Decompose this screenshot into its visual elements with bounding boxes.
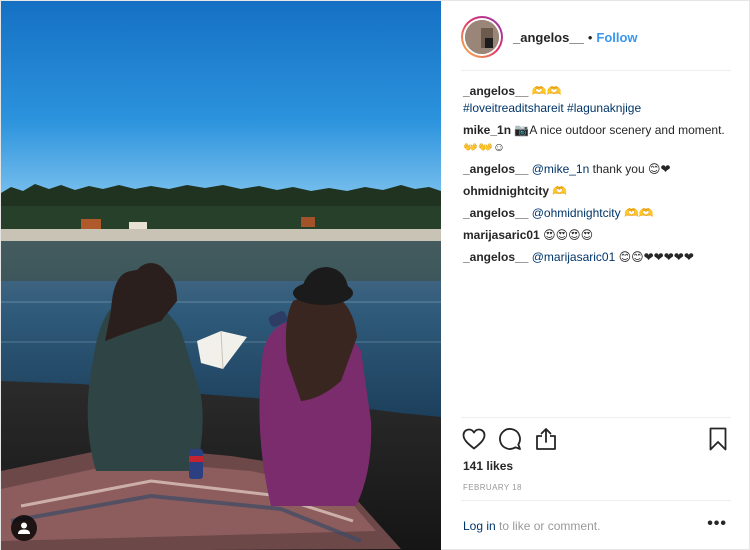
instagram-post: _angelos__ • Follow _angelos__ 🫶🫶 #lovei… — [0, 0, 750, 550]
comment-username[interactable]: ohmidnightcity — [463, 184, 549, 198]
login-prompt: Log in to like or comment. — [463, 519, 600, 533]
post-photo[interactable] — [1, 1, 441, 550]
comment-username[interactable]: marijasaric01 — [463, 228, 540, 242]
more-options-button[interactable]: ••• — [707, 515, 727, 533]
post-details-panel: _angelos__ • Follow _angelos__ 🫶🫶 #lovei… — [441, 1, 750, 550]
login-prompt-text: to like or comment. — [499, 519, 601, 533]
avatar-image — [465, 20, 499, 54]
header-dot: • — [587, 29, 593, 45]
footer-divider — [461, 500, 731, 501]
save-button[interactable] — [705, 426, 731, 452]
login-link[interactable]: Log in — [463, 519, 496, 533]
like-button[interactable] — [461, 426, 487, 452]
comment-icon — [499, 428, 521, 450]
actions-divider — [461, 417, 731, 418]
profile-avatar[interactable] — [461, 16, 503, 58]
user-icon — [18, 522, 30, 534]
comment-mention[interactable]: @mike_1n — [532, 162, 590, 176]
comment-item: _angelos__ @ohmidnightcity 🫶🫶 — [463, 205, 733, 222]
lake-scene-image — [1, 1, 441, 550]
heart-icon — [462, 428, 486, 450]
comment-item: ohmidnightcity 🫶 — [463, 183, 733, 200]
comment-text: 😍😍😍😍 — [543, 228, 594, 242]
header-username[interactable]: _angelos__ — [513, 30, 584, 45]
user-tag-button[interactable] — [11, 515, 37, 541]
comment-text: thank you 😊❤ — [592, 162, 671, 176]
comment-text: 🫶🫶 — [623, 206, 654, 220]
caption: _angelos__ 🫶🫶 #loveitreaditshareit #lagu… — [463, 83, 733, 117]
header-divider — [461, 70, 731, 71]
share-button[interactable] — [533, 426, 559, 452]
comment-item: _angelos__ @marijasaric01 😊😊❤❤❤❤❤ — [463, 249, 733, 266]
comments-list: _angelos__ 🫶🫶 #loveitreaditshareit #lagu… — [463, 83, 733, 271]
comment-item: _angelos__ @mike_1n thank you 😊❤ — [463, 161, 733, 178]
likes-count[interactable]: 141 likes — [463, 459, 513, 473]
comment-mention[interactable]: @ohmidnightcity — [532, 206, 621, 220]
caption-hashtags[interactable]: #loveitreaditshareit #lagunaknjige — [463, 101, 641, 115]
comment-text: 🫶 — [552, 184, 568, 198]
comment-username[interactable]: _angelos__ — [463, 162, 528, 176]
post-date[interactable]: FEBRUARY 18 — [463, 483, 522, 492]
comment-text: 😊😊❤❤❤❤❤ — [618, 250, 694, 264]
comment-username[interactable]: _angelos__ — [463, 250, 528, 264]
follow-button[interactable]: Follow — [596, 30, 637, 45]
bookmark-icon — [709, 427, 727, 451]
share-icon — [536, 428, 556, 450]
comment-mention[interactable]: @marijasaric01 — [532, 250, 616, 264]
comment-item: marijasaric01 😍😍😍😍 — [463, 227, 733, 244]
action-bar — [461, 423, 741, 455]
post-header: _angelos__ • Follow — [441, 1, 750, 73]
comment-item: mike_1n 📷A nice outdoor scenery and mome… — [463, 122, 733, 156]
comment-username[interactable]: mike_1n — [463, 123, 511, 137]
comment-username[interactable]: _angelos__ — [463, 84, 528, 98]
comment-text: 🫶🫶 — [531, 84, 562, 98]
comment-button[interactable] — [497, 426, 523, 452]
comment-username[interactable]: _angelos__ — [463, 206, 528, 220]
